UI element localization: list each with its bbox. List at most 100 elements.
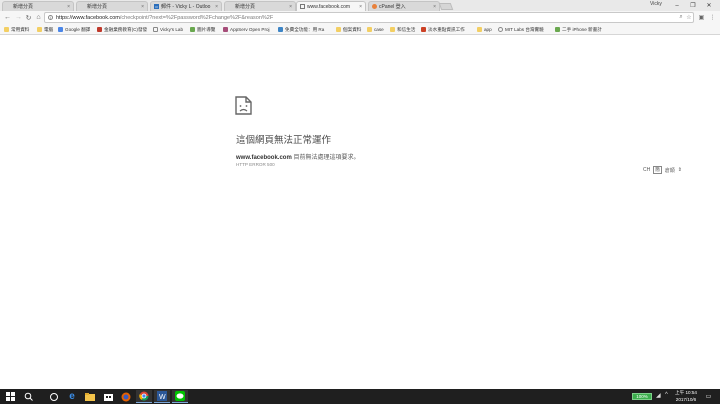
profile-name[interactable]: Vicky xyxy=(650,1,662,7)
forward-icon[interactable]: → xyxy=(14,13,23,22)
tab-2[interactable]: 新增分頁 × xyxy=(76,1,148,11)
close-icon[interactable]: × xyxy=(67,4,70,10)
bookmark-label: 二手 iPhone 新書計 xyxy=(562,26,602,32)
close-icon[interactable]: × xyxy=(433,4,436,10)
bookmark-item[interactable]: case xyxy=(367,26,384,33)
svg-text:W: W xyxy=(159,394,166,401)
tab-3[interactable]: o 郵件 - Vicky L - Outloo × xyxy=(150,1,222,11)
word-icon[interactable]: W xyxy=(154,390,170,403)
bookmark-item[interactable]: 個案資料 xyxy=(336,26,361,33)
bookmark-label: case xyxy=(374,27,384,32)
bookmark-label: Vicky's Lab xyxy=(160,27,184,32)
bookmark-label: 免費全功能：用 Ra xyxy=(285,26,325,32)
bookmark-item[interactable]: AppServ Open Proj xyxy=(223,26,270,33)
tab-6[interactable]: cPanel 登入 × xyxy=(368,1,440,11)
windows-start-icon[interactable] xyxy=(2,390,18,403)
bookmark-item[interactable]: Google 翻譯 xyxy=(58,26,90,33)
battery-indicator[interactable]: 100% xyxy=(632,393,652,400)
search-icon[interactable] xyxy=(20,390,36,403)
folder-icon xyxy=(4,27,9,32)
cortana-icon[interactable] xyxy=(46,390,62,403)
close-icon[interactable]: × xyxy=(359,4,362,10)
notification-icon[interactable]: ▭ xyxy=(704,392,713,401)
ime-label: 倉頡 xyxy=(664,167,675,174)
chevron-up-down-icon: ⇕ xyxy=(677,167,682,173)
page-icon xyxy=(153,27,158,32)
folder-icon xyxy=(390,27,395,32)
folder-icon xyxy=(37,27,42,32)
tab-5-active[interactable]: www.facebook.com × xyxy=(296,1,366,11)
close-icon[interactable]: × xyxy=(215,4,218,10)
minimize-icon[interactable]: – xyxy=(670,0,684,11)
bookmark-icon xyxy=(190,27,195,32)
clock[interactable]: 上午 10:54 2017/10/6 xyxy=(675,390,697,403)
reload-icon[interactable]: ↻ xyxy=(24,13,33,22)
bookmark-item[interactable]: 二手 iPhone 新書計 xyxy=(555,26,602,33)
chevron-up-icon[interactable]: ^ xyxy=(665,392,668,398)
new-tab-button[interactable] xyxy=(438,3,454,10)
url-host: https://www.facebook.com xyxy=(56,14,120,21)
home-icon[interactable]: ⌂ xyxy=(34,13,43,22)
maximize-icon[interactable]: ❐ xyxy=(686,0,700,11)
bookmark-item[interactable]: 電腦 xyxy=(37,26,53,33)
back-icon[interactable]: ← xyxy=(3,13,12,22)
bookmark-item[interactable]: 金融業務教育(C)發發 xyxy=(97,26,147,33)
page-icon xyxy=(498,27,503,32)
close-window-icon[interactable]: ✕ xyxy=(702,0,716,11)
search-icon[interactable]: ⌕ xyxy=(677,14,685,21)
close-icon[interactable]: × xyxy=(289,4,292,10)
ime-lang: CH xyxy=(643,167,651,173)
bookmark-label: 常用資料 xyxy=(11,26,30,32)
folder-icon xyxy=(477,27,482,32)
error-host: www.facebook.com xyxy=(236,155,292,161)
bookmark-item[interactable]: Vicky's Lab xyxy=(153,26,183,33)
store-icon[interactable] xyxy=(100,390,116,403)
tab-4[interactable]: 新增分頁 × xyxy=(224,1,296,11)
facebook-icon xyxy=(300,4,305,9)
file-explorer-icon[interactable] xyxy=(82,390,98,403)
error-title: 這個網頁無法正常運作 xyxy=(236,135,332,146)
bookmark-item[interactable]: 常用資料 xyxy=(4,26,29,33)
bookmark-item[interactable]: 和信生活 xyxy=(390,26,415,33)
line-icon[interactable] xyxy=(172,390,188,403)
bookmark-label: 圖片導覽 xyxy=(197,26,216,32)
url-path: /checkpoint/?next=%2Fpassword%2Fchange%2… xyxy=(119,14,274,21)
sad-page-icon xyxy=(235,96,252,115)
error-message-text: 目前無法處理這項要求。 xyxy=(293,155,360,161)
star-icon[interactable]: ☆ xyxy=(685,14,693,21)
appserv-icon xyxy=(223,27,228,32)
bookmark-label: 金融業務教育(C)發發 xyxy=(104,26,148,32)
menu-icon[interactable]: ⋮ xyxy=(708,13,717,22)
bookmark-item[interactable]: 免費全功能：用 Ra xyxy=(278,26,324,33)
folder-icon xyxy=(336,27,341,32)
ime-indicator[interactable]: CH 簡 倉頡 ⇕ xyxy=(643,166,682,174)
edge-icon[interactable]: e xyxy=(64,390,80,403)
cpanel-icon xyxy=(372,4,377,9)
bookmark-item[interactable]: 圖片導覽 xyxy=(190,26,215,33)
tab-title: 郵件 - Vicky L - Outloo xyxy=(161,4,211,10)
tab-1[interactable]: 新增分頁 × xyxy=(2,1,74,11)
tab-strip: 新增分頁 × 新增分頁 × o 郵件 - Vicky L - Outloo × … xyxy=(0,0,720,11)
blank-page-icon xyxy=(80,4,85,9)
address-bar[interactable]: i https://www.facebook.com/checkpoint/?n… xyxy=(44,12,694,23)
bookmark-item[interactable]: 淡水重點資訊工作 xyxy=(421,26,465,33)
app-icon xyxy=(97,27,102,32)
tab-title: www.facebook.com xyxy=(307,3,351,10)
info-icon[interactable]: i xyxy=(48,15,53,20)
bookmark-item[interactable]: app xyxy=(477,26,492,33)
url-text[interactable]: https://www.facebook.com/checkpoint/?nex… xyxy=(56,15,677,21)
bookmarks-bar: 常用資料 電腦 Google 翻譯 金融業務教育(C)發發 Vicky's La… xyxy=(0,24,720,35)
network-icon[interactable]: ◢ xyxy=(656,392,661,399)
folder-icon xyxy=(367,27,372,32)
bookmark-item[interactable]: MIT Labs 台灣實驗 xyxy=(498,26,544,33)
bookmark-label: AppServ Open Proj xyxy=(230,27,270,32)
chrome-icon[interactable] xyxy=(136,390,152,403)
close-icon[interactable]: × xyxy=(141,4,144,10)
clock-date: 2017/10/6 xyxy=(675,396,697,402)
extension-icon[interactable]: ▣ xyxy=(697,13,706,22)
browser-toolbar: ← → ↻ ⌂ i https://www.facebook.com/check… xyxy=(0,11,720,24)
blank-page-icon xyxy=(6,4,11,9)
google-translate-icon xyxy=(58,27,63,32)
bookmark-icon xyxy=(278,27,283,32)
firefox-icon[interactable] xyxy=(118,390,134,403)
